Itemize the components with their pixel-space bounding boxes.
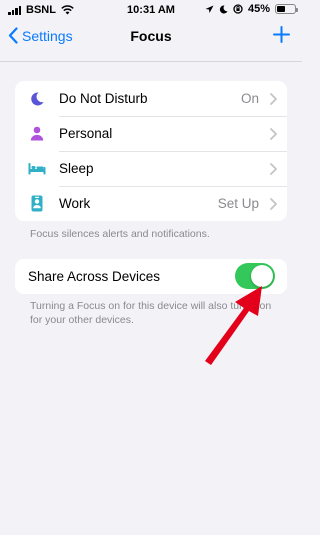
annotation-arrow-icon — [205, 286, 262, 365]
